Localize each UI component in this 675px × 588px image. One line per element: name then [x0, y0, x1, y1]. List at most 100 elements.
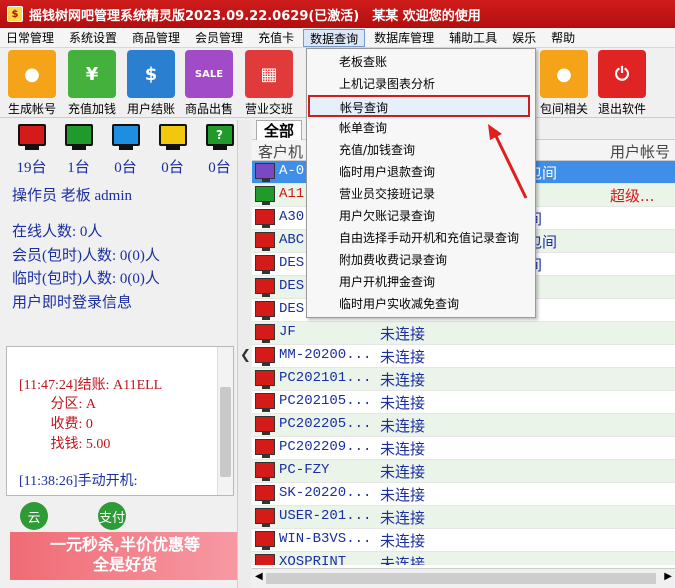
log-scrollbar-thumb[interactable]	[220, 387, 231, 477]
monitor-icon	[64, 124, 93, 146]
dropdown-item[interactable]: 老板查账	[309, 51, 533, 73]
table-row[interactable]: JF 未连接	[252, 322, 675, 345]
toolbar-button[interactable]: ● 包间相关	[535, 50, 593, 116]
payment-icon[interactable]: 支付	[98, 502, 126, 530]
client-status: 未连接	[380, 394, 426, 412]
computer-icon	[255, 255, 275, 274]
menu-item[interactable]: 娱乐	[506, 29, 542, 47]
client-status: 未连接	[380, 463, 426, 481]
col-header-client[interactable]: 客户机	[258, 141, 303, 162]
dollar-icon: $	[127, 50, 175, 98]
menu-item[interactable]: 帮助	[545, 29, 581, 47]
client-name: ABC	[279, 232, 305, 248]
toolbar-button-label: 退出软件	[597, 102, 646, 116]
dropdown-item[interactable]: 充值/加钱查询	[309, 139, 533, 161]
menu-item[interactable]: 数据库管理	[368, 29, 440, 47]
log-scrollbar[interactable]	[217, 347, 233, 495]
cloud-icon[interactable]: 云	[20, 502, 48, 530]
scroll-right-icon[interactable]: ▶	[664, 571, 672, 582]
horizontal-scrollbar[interactable]: ◀ ▶	[252, 568, 675, 588]
log-panel[interactable]: [11:47:24]结账: A11ELL 分区: A 收费: 0 找钱: 5.0…	[6, 346, 234, 496]
client-name: PC-FZY	[279, 462, 330, 478]
client-name: MM-20200...	[279, 347, 372, 363]
table-row[interactable]: XOSPRINT 未连接	[252, 552, 675, 565]
client-name: DES	[279, 301, 305, 317]
computer-icon	[255, 232, 275, 251]
dropdown-item[interactable]: 自由选择手动开机和充值记录查询	[309, 227, 533, 249]
dropdown-item[interactable]: 帐号查询	[308, 95, 530, 117]
dropdown-item[interactable]: 营业员交接班记录	[309, 183, 533, 205]
dropdown-item[interactable]: 用户欠账记录查询	[309, 205, 533, 227]
menu-item[interactable]: 会员管理	[189, 29, 249, 47]
monitor-stand	[24, 146, 39, 150]
tab-all[interactable]: 全部	[256, 120, 302, 140]
client-status: 未连接	[380, 555, 426, 565]
client-name: PC202105...	[279, 393, 372, 409]
status-monitor[interactable]: 19台	[8, 124, 55, 177]
dropdown-item[interactable]: 用户开机押金查询	[309, 271, 533, 293]
monitor-count: 0台	[161, 160, 184, 176]
monitor-count: 19台	[16, 160, 47, 176]
menu-item[interactable]: 系统设置	[63, 29, 123, 47]
operator-label: 操作员 老板 admin	[12, 188, 132, 204]
table-row[interactable]: WIN-B3VS... 未连接	[252, 529, 675, 552]
status-monitor[interactable]: 1台	[55, 124, 102, 177]
table-row[interactable]: PC202205... 未连接	[252, 414, 675, 437]
dropdown-item[interactable]: 临时用户退款查询	[309, 161, 533, 183]
chevron-left-icon[interactable]: ❮	[240, 348, 251, 363]
table-row[interactable]: USER-201... 未连接	[252, 506, 675, 529]
computer-icon	[255, 554, 275, 565]
client-name: A11	[279, 186, 305, 202]
status-monitor[interactable]: 0台	[149, 124, 196, 177]
money-bag-icon: ¥	[68, 50, 116, 98]
table-row[interactable]: PC202105... 未连接	[252, 391, 675, 414]
status-monitor[interactable]: 0台	[102, 124, 149, 177]
client-name: PC202101...	[279, 370, 372, 386]
toolbar-button[interactable]: ▦ 营业交班	[240, 50, 298, 116]
dropdown-item[interactable]: 帐单查询	[309, 117, 533, 139]
shift-card-icon: ▦	[245, 50, 293, 98]
panel-collapse-bar[interactable]: ❮	[237, 120, 251, 588]
table-row[interactable]: PC-FZY 未连接	[252, 460, 675, 483]
toolbar-button[interactable]: $ 用户结账	[122, 50, 180, 116]
user-icon: ●	[540, 50, 588, 98]
promo-banner[interactable]: 一元秒杀,半价优惠等 全是好货	[10, 532, 240, 580]
computer-icon	[255, 347, 275, 366]
computer-icon	[255, 416, 275, 435]
client-account: 超级...	[610, 187, 655, 205]
menu-item[interactable]: 数据查询	[303, 28, 366, 47]
client-status: 未连接	[380, 417, 426, 435]
table-row[interactable]: PC202101... 未连接	[252, 368, 675, 391]
menu-item[interactable]: 商品管理	[126, 29, 186, 47]
horizontal-scrollbar-thumb[interactable]	[266, 573, 656, 584]
toolbar-button[interactable]: SALE 商品出售	[180, 50, 238, 116]
monitor-stand	[165, 146, 180, 150]
login-info-label: 用户即时登录信息	[12, 295, 133, 311]
title-bar: $ 摇钱树网吧管理系统精灵版2023.09.22.0629(已激活) 某某 欢迎…	[0, 0, 675, 28]
toolbar-button-label: 生成帐号	[7, 102, 56, 116]
monitor-count: 0台	[114, 160, 137, 176]
client-name: PC202209...	[279, 439, 372, 455]
menu-item[interactable]: 辅助工具	[443, 29, 503, 47]
scroll-left-icon[interactable]: ◀	[255, 571, 263, 582]
col-header-account[interactable]: 用户帐号	[610, 141, 670, 162]
menu-item[interactable]: 充值卡	[252, 29, 300, 47]
dropdown-item[interactable]: 附加费收费记录查询	[309, 249, 533, 271]
toolbar-button[interactable]: ¥ 充值加钱	[63, 50, 121, 116]
menu-item[interactable]: 日常管理	[0, 29, 60, 47]
table-row[interactable]: SK-20220... 未连接	[252, 483, 675, 506]
toolbar-button[interactable]: ⏻ 退出软件	[593, 50, 651, 116]
dropdown-item[interactable]: 上机记录图表分析	[309, 73, 533, 95]
status-monitor[interactable]: ? 0台	[196, 124, 243, 177]
dropdown-item[interactable]: 临时用户实收减免查询	[309, 293, 533, 315]
client-status: 未连接	[380, 371, 426, 389]
menu-bar: 日常管理 系统设置 商品管理 会员管理 充值卡 数据查询 数据库管理 辅助工具 娱乐 帮助	[0, 28, 675, 48]
toolbar-button[interactable]: ● 生成帐号	[3, 50, 61, 116]
computer-icon	[255, 186, 275, 205]
computer-icon	[255, 439, 275, 458]
client-name: PC202205...	[279, 416, 372, 432]
client-status: 未连接	[380, 532, 426, 550]
log-line: 分区: A	[19, 397, 97, 412]
table-row[interactable]: MM-20200... 未连接	[252, 345, 675, 368]
table-row[interactable]: PC202209... 未连接	[252, 437, 675, 460]
